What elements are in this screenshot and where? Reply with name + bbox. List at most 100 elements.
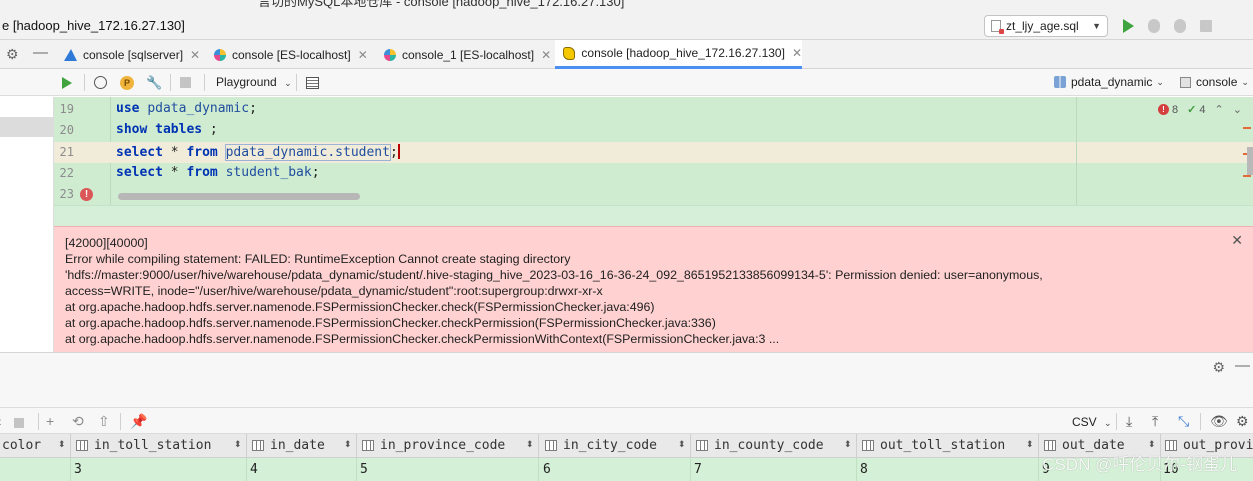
export-format-label: CSV bbox=[1072, 415, 1097, 429]
line-number: 23 bbox=[59, 187, 74, 201]
close-icon[interactable]: ✕ bbox=[190, 48, 200, 62]
code-line[interactable]: 21 select * from pdata_dynamic.student; bbox=[54, 142, 1253, 163]
debug-button[interactable] bbox=[1146, 18, 1162, 34]
tab-console-hadoop-hive[interactable]: console [hadoop_hive_172.16.27.130] ✕ bbox=[555, 40, 802, 69]
error-stripe-marker[interactable] bbox=[1243, 127, 1251, 129]
stop-icon[interactable] bbox=[14, 415, 24, 431]
execute-button[interactable] bbox=[62, 75, 72, 90]
column-icon bbox=[362, 440, 374, 451]
column-header[interactable]: in_county_code bbox=[696, 438, 824, 453]
inspection-widget[interactable]: ! 8 ✓ 4 ⌃ ⌄ bbox=[1158, 103, 1242, 116]
table-view-button[interactable] bbox=[306, 75, 319, 90]
tab-console-es-localhost[interactable]: console [ES-localhost] ✕ bbox=[206, 40, 368, 69]
error-line: at org.apache.hadoop.hdfs.server.namenod… bbox=[65, 332, 780, 346]
history-button[interactable] bbox=[94, 75, 107, 90]
code-line[interactable]: 19 use pdata_dynamic; bbox=[54, 99, 1253, 120]
sort-icon[interactable]: ⬍ bbox=[844, 439, 852, 450]
chevron-down-icon[interactable]: ⌄ bbox=[1233, 103, 1242, 116]
column-header[interactable]: in_toll_station bbox=[76, 438, 211, 453]
submit-icon[interactable]: ⇧ bbox=[98, 413, 110, 430]
column-divider[interactable] bbox=[356, 434, 357, 458]
column-header[interactable]: out_toll_station bbox=[862, 438, 1005, 453]
table-cell[interactable]: 3 bbox=[74, 462, 82, 477]
playground-select[interactable]: Playground ⌄ bbox=[216, 75, 292, 89]
azure-icon bbox=[64, 48, 77, 61]
sort-icon[interactable]: ⬍ bbox=[1148, 439, 1156, 450]
session-select[interactable]: console ⌄ bbox=[1180, 75, 1249, 89]
close-icon[interactable]: ✕ bbox=[358, 48, 368, 62]
vertical-scrollbar[interactable] bbox=[1247, 147, 1253, 175]
selected-tree-item[interactable] bbox=[0, 117, 53, 137]
revert-icon[interactable]: ⟲ bbox=[72, 413, 84, 430]
close-icon[interactable]: ✕ bbox=[1231, 232, 1243, 249]
sql-keyword: from bbox=[186, 165, 218, 180]
eye-icon[interactable]: 👁 bbox=[1210, 413, 1228, 430]
window-title-overflow: 言切的MySQL本地仓库 - console [hadoop_hive_172.… bbox=[258, 0, 625, 9]
download-icon[interactable]: ⤓ bbox=[1126, 413, 1132, 430]
gear-icon[interactable]: ⚙ bbox=[1212, 359, 1225, 376]
sort-icon[interactable]: ⬍ bbox=[344, 439, 352, 450]
table-cell[interactable]: 8 bbox=[860, 462, 868, 477]
run-config-select[interactable]: zt_ljy_age.sql ▼ bbox=[984, 15, 1108, 37]
export-format-select[interactable]: CSV ⌄ bbox=[1072, 415, 1112, 429]
add-row-icon[interactable]: + bbox=[46, 413, 54, 429]
sort-icon[interactable]: ⬍ bbox=[678, 439, 686, 450]
horizontal-scrollbar[interactable] bbox=[118, 193, 360, 200]
column-header[interactable]: in_province_code bbox=[362, 438, 505, 453]
previous-icon[interactable]: ‹ bbox=[0, 413, 2, 429]
upload-icon[interactable]: ⤒ bbox=[1152, 413, 1158, 430]
column-divider[interactable] bbox=[538, 434, 539, 458]
chevron-down-icon: ⌄ bbox=[284, 78, 292, 88]
column-divider[interactable] bbox=[70, 434, 71, 458]
column-divider[interactable] bbox=[690, 434, 691, 458]
close-icon[interactable]: ✕ bbox=[541, 48, 551, 62]
separator bbox=[120, 413, 121, 430]
session-icon bbox=[1180, 76, 1191, 88]
table-cell[interactable]: 5 bbox=[360, 462, 368, 477]
sort-icon[interactable]: ⬍ bbox=[526, 439, 534, 450]
schema-select[interactable]: pdata_dynamic ⌄ bbox=[1054, 75, 1164, 89]
title-bar: 言切的MySQL本地仓库 - console [hadoop_hive_172.… bbox=[0, 0, 1253, 40]
stop-button[interactable] bbox=[1198, 18, 1214, 34]
column-divider[interactable] bbox=[856, 434, 857, 458]
error-stripe-marker[interactable] bbox=[1243, 175, 1251, 177]
sort-icon[interactable]: ⬍ bbox=[1026, 439, 1034, 450]
chevron-up-icon[interactable]: ⌃ bbox=[1214, 103, 1223, 116]
sort-icon[interactable]: ⬍ bbox=[58, 439, 66, 450]
editor-toolbar: P 🔧 Playground ⌄ pdata_dynamic ⌄ console… bbox=[0, 69, 1253, 96]
sort-icon[interactable]: ⬍ bbox=[234, 439, 242, 450]
column-label: in_province_code bbox=[380, 438, 506, 453]
table-cell[interactable]: 6 bbox=[543, 462, 551, 477]
compare-icon[interactable]: ⤡ bbox=[1178, 413, 1189, 430]
column-divider[interactable] bbox=[1038, 434, 1039, 458]
close-icon[interactable]: ✕ bbox=[792, 46, 802, 60]
column-header[interactable]: in_date bbox=[252, 438, 325, 453]
gear-icon[interactable]: ⚙ bbox=[6, 46, 19, 63]
sql-editor[interactable]: 19 use pdata_dynamic; 20 show tables ; 21 sel… bbox=[54, 97, 1253, 205]
line-number: 19 bbox=[59, 102, 74, 116]
explain-plan-button[interactable]: P bbox=[120, 75, 134, 90]
tab-console-1-es-localhost[interactable]: console_1 [ES-localhost] ✕ bbox=[376, 40, 551, 69]
table-cell[interactable]: 7 bbox=[694, 462, 702, 477]
tab-console-sqlserver[interactable]: console [sqlserver] ✕ bbox=[56, 40, 200, 69]
table-cell[interactable]: 4 bbox=[250, 462, 258, 477]
column-header[interactable]: in_city_code bbox=[545, 438, 657, 453]
settings-button[interactable]: 🔧 bbox=[146, 75, 162, 90]
sql-keyword: from bbox=[186, 145, 218, 160]
window-title: e [hadoop_hive_172.16.27.130] bbox=[2, 18, 185, 33]
cancel-button[interactable] bbox=[180, 75, 191, 90]
column-divider[interactable] bbox=[246, 434, 247, 458]
gear-icon[interactable]: ⚙ bbox=[1236, 413, 1249, 430]
run-button[interactable] bbox=[1120, 18, 1136, 34]
minimize-icon[interactable]: — bbox=[1235, 357, 1250, 374]
column-header[interactable]: color bbox=[2, 438, 41, 453]
coverage-button[interactable] bbox=[1172, 18, 1188, 34]
minimize-icon[interactable]: — bbox=[33, 44, 48, 61]
sql-punctuation: ; bbox=[202, 122, 218, 137]
separator bbox=[296, 74, 297, 91]
error-gutter-icon[interactable]: ! bbox=[80, 188, 93, 201]
code-line[interactable]: 20 show tables ; bbox=[54, 120, 1253, 141]
code-line[interactable]: 22 select * from student_bak; bbox=[54, 163, 1253, 184]
pin-icon[interactable]: 📌 bbox=[130, 413, 147, 430]
elasticsearch-icon bbox=[214, 48, 226, 61]
